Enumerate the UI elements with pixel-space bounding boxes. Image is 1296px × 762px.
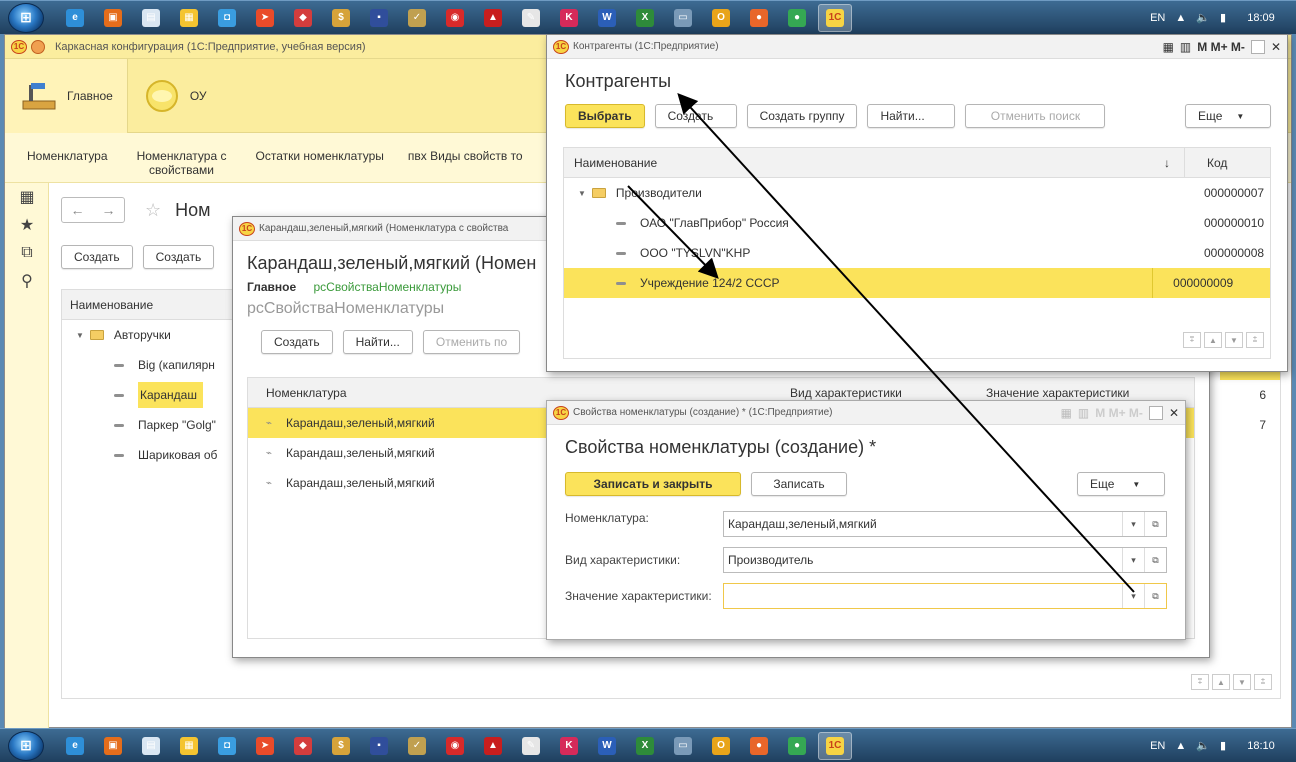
tray-arrow-icon[interactable]: ▲: [1175, 740, 1186, 752]
diamond-icon[interactable]: ◆: [286, 732, 320, 760]
excel-icon[interactable]: X: [628, 732, 662, 760]
arrow-app-icon[interactable]: ➤: [248, 732, 282, 760]
taskbar-icons: e ▣ ▤ ▦ ◘ ➤ ◆ $ ▪ ✓ ◉ ▲ ✎ K W X ▭ O ● ● 1С: [56, 731, 854, 760]
outlook-icon[interactable]: O: [704, 732, 738, 760]
paint-icon[interactable]: ▦: [172, 732, 206, 760]
start-button[interactable]: ⊞: [8, 730, 44, 761]
tool-icon[interactable]: ◘: [210, 732, 244, 760]
media-icon[interactable]: ▣: [96, 732, 130, 760]
word-icon[interactable]: W: [590, 732, 624, 760]
notepad-icon[interactable]: ▤: [134, 732, 168, 760]
annotation-arrows: [627, 93, 1135, 593]
check-icon[interactable]: ✓: [400, 732, 434, 760]
taskbar-bottom: ⊞ e ▣ ▤ ▦ ◘ ➤ ◆ $ ▪ ✓ ◉ ▲ ✎ K W X ▭ O ● ● 1С EN ▲ 🔈 ▮ 18:10: [0, 728, 1296, 762]
camera-icon[interactable]: ◉: [438, 732, 472, 760]
display-icon[interactable]: ▭: [666, 732, 700, 760]
clock[interactable]: 18:10: [1236, 740, 1286, 752]
edit-icon[interactable]: ✎: [514, 732, 548, 760]
pdf-icon[interactable]: ▲: [476, 732, 510, 760]
language-indicator[interactable]: EN: [1150, 740, 1165, 752]
system-tray: EN ▲ 🔈 ▮ 18:10: [1150, 739, 1286, 753]
save-icon[interactable]: ▪: [362, 732, 396, 760]
ie-icon[interactable]: e: [58, 732, 92, 760]
k-app-icon[interactable]: K: [552, 732, 586, 760]
firefox-icon[interactable]: ●: [742, 732, 776, 760]
arrow-to-heading: [677, 93, 1135, 593]
volume-icon[interactable]: 🔈: [1196, 739, 1210, 752]
1c-icon[interactable]: 1С: [818, 731, 852, 760]
dollar-icon[interactable]: $: [324, 732, 358, 760]
arrow-to-selected-row: [627, 185, 719, 279]
network-icon[interactable]: ▮: [1220, 739, 1226, 752]
chrome-icon[interactable]: ●: [780, 732, 814, 760]
